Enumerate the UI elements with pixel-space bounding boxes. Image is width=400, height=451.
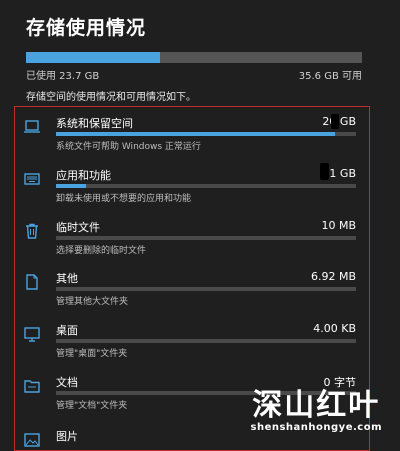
category-bar	[56, 132, 356, 136]
category-name: 应用和功能	[56, 169, 111, 182]
category-name: 图片	[56, 430, 78, 443]
page-title: 存储使用情况	[26, 17, 147, 39]
category-size: 6.92 MB	[310, 270, 356, 283]
category-bar	[56, 287, 356, 291]
category-name: 临时文件	[56, 221, 100, 234]
category-apps[interactable]: 应用和功能 .61 GB 卸载未使用或不想要的应用和功能	[14, 167, 370, 207]
trash-icon	[22, 222, 42, 240]
category-subtitle: 管理"文档"文件夹	[56, 401, 128, 411]
used-label: 已使用 23.7 GB	[26, 71, 100, 82]
monitor-icon	[22, 325, 42, 343]
category-bar-fill	[56, 184, 86, 188]
redaction-mark	[320, 163, 329, 180]
laptop-icon	[22, 118, 42, 136]
category-name: 桌面	[56, 324, 78, 337]
category-subtitle: 管理其他大文件夹	[56, 297, 129, 307]
category-subtitle: 管理"桌面"文件夹	[56, 349, 128, 359]
watermark: 深山红叶 shenshanhongye.com	[250, 388, 383, 434]
storage-description: 存储空间的使用情况和可用情况如下。	[26, 92, 196, 103]
available-label: 35.6 GB 可用	[298, 71, 362, 82]
storage-usage-fill	[26, 52, 161, 63]
category-bar-fill	[56, 132, 335, 136]
category-temp-files[interactable]: 临时文件 10 MB 选择要删除的临时文件	[14, 219, 370, 259]
redaction-mark	[331, 114, 339, 129]
category-bar	[56, 184, 356, 188]
category-subtitle: 卸载未使用或不想要的应用和功能	[56, 194, 192, 204]
category-name: 其他	[56, 272, 78, 285]
folder-icon	[22, 377, 42, 395]
category-name: 文档	[56, 376, 78, 389]
document-icon	[22, 273, 42, 291]
category-system[interactable]: 系统和保留空间 20 GB 系统文件可帮助 Windows 正常运行	[14, 115, 370, 155]
watermark-url: shenshanhongye.com	[250, 422, 382, 433]
category-subtitle: 选择要删除的临时文件	[56, 246, 147, 256]
watermark-title: 深山红叶	[252, 388, 381, 423]
category-desktop[interactable]: 桌面 4.00 KB 管理"桌面"文件夹	[14, 322, 370, 362]
category-size: 4.00 KB	[313, 322, 356, 335]
storage-usage-bar	[26, 52, 362, 63]
category-bar	[56, 339, 356, 343]
category-size: 20 GB	[322, 115, 356, 128]
picture-icon	[22, 431, 42, 449]
category-size: 10 MB	[321, 219, 356, 232]
category-subtitle: 系统文件可帮助 Windows 正常运行	[56, 142, 201, 152]
category-name: 系统和保留空间	[56, 117, 133, 130]
category-other[interactable]: 其他 6.92 MB 管理其他大文件夹	[14, 270, 370, 310]
keyboard-icon	[22, 170, 42, 188]
category-bar	[56, 236, 356, 240]
